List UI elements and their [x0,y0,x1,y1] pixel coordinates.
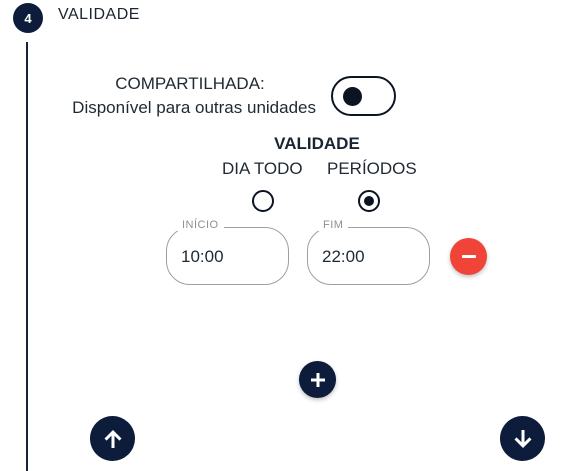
end-time-label: FIM [318,219,349,231]
radio-dia-todo[interactable] [252,190,274,212]
start-time-value[interactable]: 10:00 [181,247,224,267]
step-title: VALIDADE [58,6,140,23]
end-time-value[interactable]: 22:00 [322,247,365,267]
toggle-knob [343,87,362,106]
arrow-down-icon [514,429,531,448]
step-number: 4 [24,10,32,26]
arrow-up-icon [104,429,121,448]
radio-selected-dot [364,196,374,206]
shared-toggle[interactable] [331,76,396,116]
move-down-button[interactable] [500,416,545,461]
validade-heading: VALIDADE [274,134,360,153]
plus-icon [310,372,325,387]
start-time-field[interactable]: INÍCIO 10:00 [166,219,289,285]
move-up-button[interactable] [90,416,135,461]
shared-label-description: Disponível para outras unidades [72,98,316,117]
add-period-button[interactable] [299,361,336,398]
remove-period-button[interactable] [450,238,487,275]
start-time-label: INÍCIO [177,219,224,231]
option-label-periodos: PERÍODOS [327,159,417,178]
option-label-dia-todo: DIA TODO [222,159,303,178]
minus-icon [461,255,476,258]
step-connector-line [26,42,28,471]
page: 4 VALIDADE COMPARTILHADA: Disponível par… [0,0,574,471]
shared-label-title: COMPARTILHADA: [115,74,265,93]
radio-periodos[interactable] [358,190,380,212]
end-time-field[interactable]: FIM 22:00 [307,219,430,285]
shared-label: COMPARTILHADA: Disponível para outras un… [40,72,320,120]
step-number-badge: 4 [13,3,43,33]
